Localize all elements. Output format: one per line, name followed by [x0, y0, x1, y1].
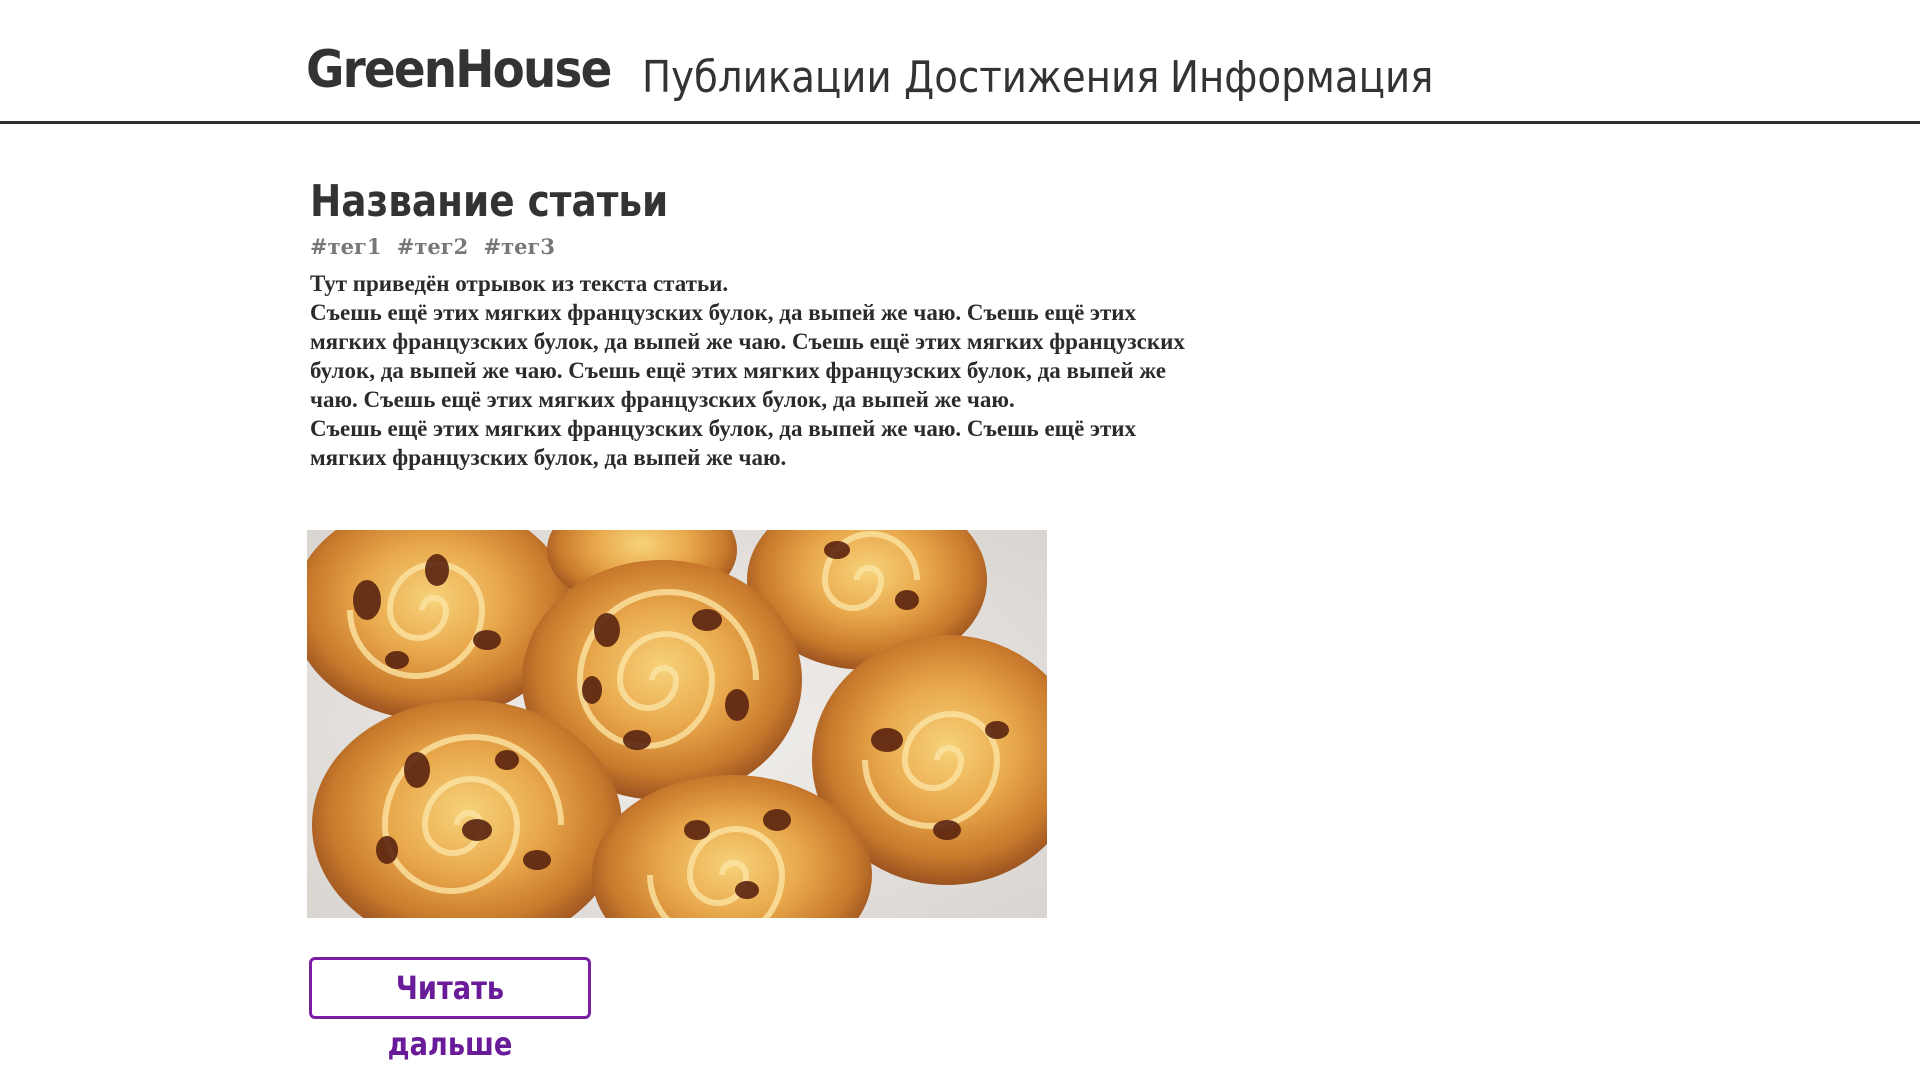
nav-item-achievements[interactable]: Достижения: [904, 56, 1159, 100]
tag-link[interactable]: #тег2: [397, 234, 468, 259]
article-preview: Название статьи #тег1 #тег2 #тег3 Тут пр…: [310, 180, 1210, 472]
tag-list: #тег1 #тег2 #тег3: [310, 234, 1210, 259]
tag-link[interactable]: #тег3: [484, 234, 555, 259]
nav-item-publications[interactable]: Публикации: [642, 56, 892, 100]
excerpt-paragraph: Съешь ещё этих мягких французских булок,…: [310, 416, 1137, 471]
tag-link[interactable]: #тег1: [310, 234, 381, 259]
article-title[interactable]: Название статьи: [310, 180, 1075, 224]
nav-item-information[interactable]: Информация: [1170, 56, 1433, 100]
article-image: [307, 530, 1047, 918]
excerpt-paragraph: Тут приведён отрывок из текста статьи.: [310, 271, 729, 297]
article-excerpt: Тут приведён отрывок из текста статьи. С…: [310, 269, 1210, 472]
read-more-button[interactable]: Читать дальше: [309, 957, 591, 1063]
top-navigation-bar: GreenHouse Публикации Достижения Информа…: [0, 0, 1920, 124]
site-logo[interactable]: GreenHouse: [306, 44, 612, 96]
pastry-photo: [307, 530, 1047, 918]
read-more-label: Читать дальше: [387, 969, 513, 1063]
excerpt-paragraph: Съешь ещё этих мягких французских булок,…: [310, 300, 1185, 413]
